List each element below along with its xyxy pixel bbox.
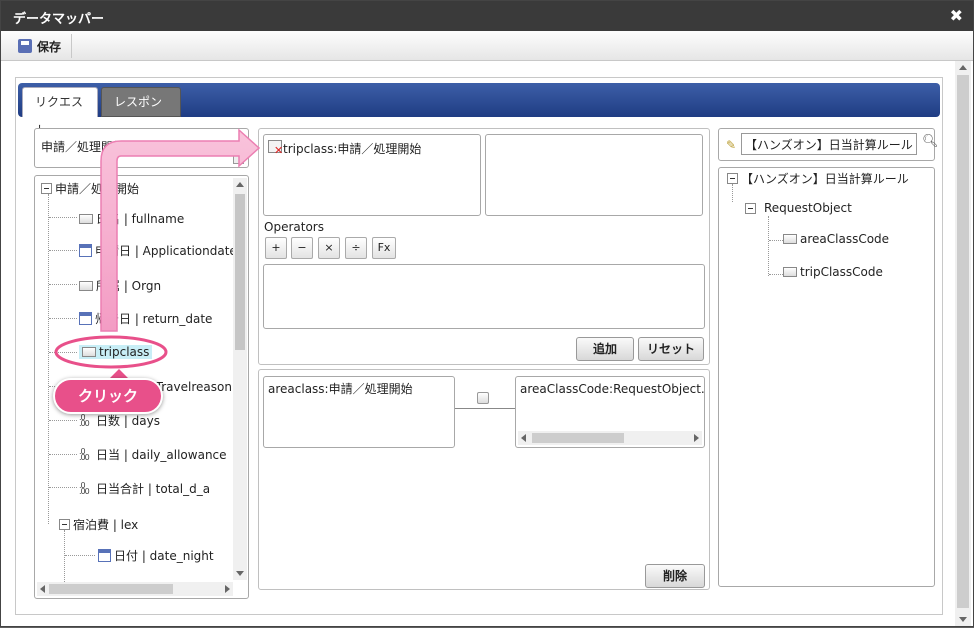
drag-arrow-shape bbox=[100, 128, 261, 332]
data-mapper-dialog: データマッパー ✖ 保存 リクエスト レスポンス 申請／処理開始 申請／処理開始… bbox=[0, 0, 974, 627]
click-callout: クリック bbox=[53, 378, 163, 414]
drag-arrow-annotation bbox=[54, 128, 261, 379]
highlight-ring bbox=[54, 335, 168, 369]
